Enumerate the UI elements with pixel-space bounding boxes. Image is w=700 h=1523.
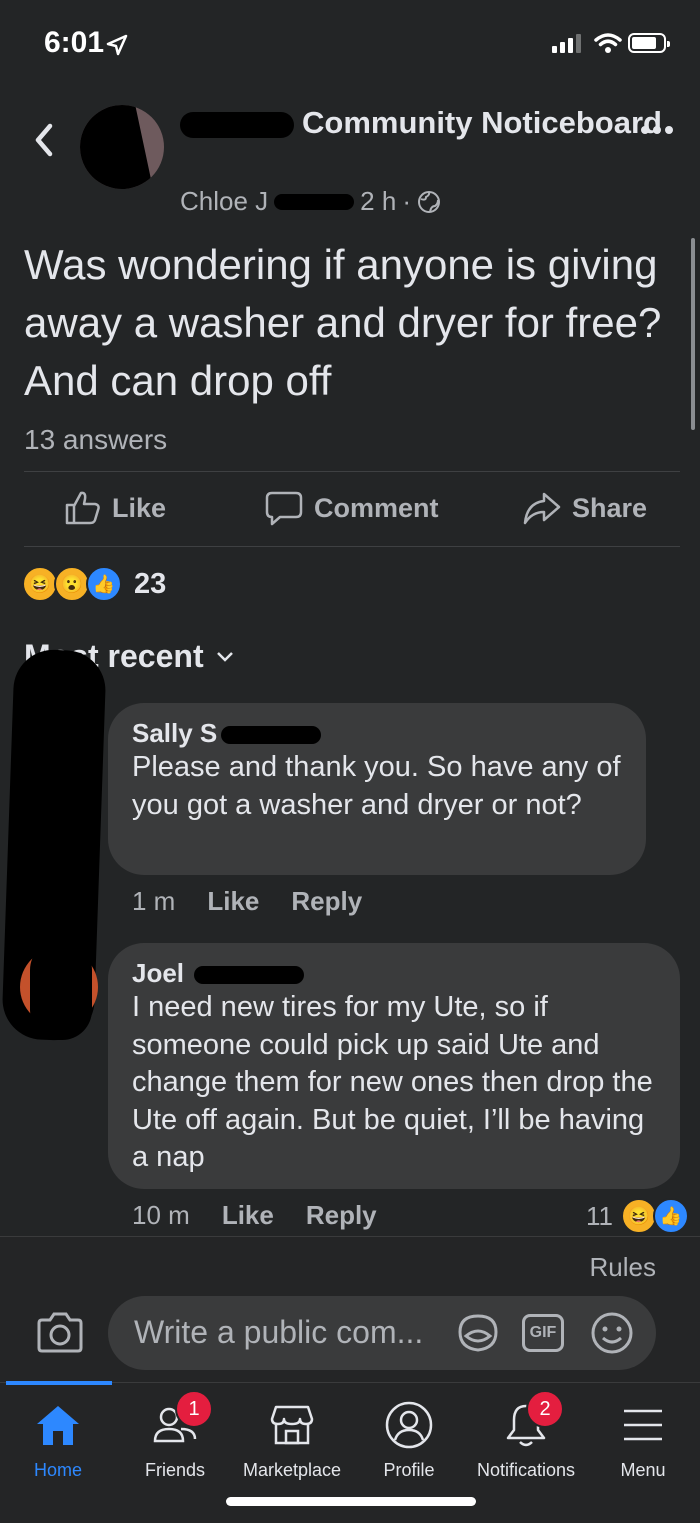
more-options-icon[interactable] <box>640 124 674 136</box>
comment-input-placeholder[interactable]: Write a public com... <box>134 1314 423 1351</box>
tab-label: Notifications <box>476 1460 576 1480</box>
comment-actions: 1 m Like Reply <box>132 886 362 917</box>
notification-badge: 2 <box>526 1390 564 1428</box>
gif-button[interactable]: GIF <box>522 1314 564 1352</box>
location-arrow-icon <box>106 34 128 56</box>
battery-icon <box>628 33 670 53</box>
comment-reactions[interactable]: 11 😆 👍 <box>586 1198 689 1234</box>
tab-label: Home <box>33 1460 82 1480</box>
menu-icon <box>624 1409 662 1441</box>
home-icon <box>37 1406 79 1445</box>
comment-text: Please and thank you. So have any of you… <box>132 751 621 821</box>
scrollbar[interactable] <box>691 238 695 430</box>
avatar-sticker-icon[interactable] <box>456 1312 500 1354</box>
profile-icon <box>385 1401 433 1449</box>
haha-reaction-icon: 😆 <box>22 566 58 602</box>
emoji-icon[interactable] <box>590 1311 634 1355</box>
comment-reaction-count: 11 <box>586 1200 613 1231</box>
reactions-summary[interactable]: 😆 😮 👍 23 <box>22 566 166 602</box>
tab-menu[interactable]: Menu <box>585 1398 700 1481</box>
tab-friends[interactable]: Friends 1 <box>117 1390 233 1481</box>
comment-author[interactable]: Joel <box>132 957 656 989</box>
tab-marketplace[interactable]: Marketplace <box>234 1398 350 1481</box>
comment-reply-button[interactable]: Reply <box>291 886 362 917</box>
reaction-count: 23 <box>134 567 167 600</box>
redaction-mark <box>30 940 92 1040</box>
tab-home[interactable]: Home <box>0 1398 116 1481</box>
status-time: 6:01 <box>44 26 105 59</box>
divider <box>24 546 680 547</box>
divider <box>24 471 680 472</box>
comment-reply-button[interactable]: Reply <box>306 1200 377 1231</box>
comment-actions: 10 m Like Reply <box>132 1200 377 1231</box>
wifi-icon <box>594 33 622 53</box>
marketplace-icon <box>270 1405 314 1445</box>
like-reaction-icon: 👍 <box>653 1198 689 1234</box>
comment-button[interactable]: Comment <box>264 490 439 526</box>
signal-icon <box>552 34 581 53</box>
share-button[interactable]: Share <box>522 490 647 526</box>
rules-link[interactable]: Rules <box>590 1252 656 1283</box>
comment-like-button[interactable]: Like <box>222 1200 274 1231</box>
tab-notifications[interactable]: Notifications 2 <box>468 1390 584 1481</box>
tab-label: Profile <box>383 1460 435 1480</box>
comment-bubble[interactable]: Sally S Please and thank you. So have an… <box>108 703 646 875</box>
tab-profile[interactable]: Profile <box>351 1398 467 1481</box>
comment-age: 10 m <box>132 1200 190 1230</box>
camera-icon[interactable] <box>36 1310 84 1354</box>
comment-bubble[interactable]: Joel I need new tires for my Ute, so if … <box>108 943 680 1189</box>
comment-age: 1 m <box>132 886 176 916</box>
answers-count[interactable]: 13 answers <box>24 424 167 456</box>
comment-like-button[interactable]: Like <box>207 886 259 917</box>
meta-separator: · <box>402 186 411 216</box>
post-age[interactable]: 2 h <box>360 186 396 217</box>
comment-text: I need new tires for my Ute, so if someo… <box>132 991 653 1173</box>
home-indicator[interactable] <box>226 1497 476 1506</box>
like-button[interactable]: Like <box>64 490 166 526</box>
like-reaction-icon: 👍 <box>86 566 122 602</box>
tab-label: Friends <box>144 1460 206 1480</box>
group-avatar[interactable] <box>80 105 164 189</box>
chevron-down-icon <box>216 651 233 662</box>
active-tab-indicator <box>6 1381 112 1385</box>
post-text: Was wondering if anyone is giving away a… <box>24 241 662 404</box>
haha-reaction-icon: 😆 <box>621 1198 657 1234</box>
share-icon <box>523 492 561 525</box>
tab-label: Marketplace <box>242 1460 342 1480</box>
comment-icon <box>265 491 303 526</box>
comment-author[interactable]: Sally S <box>132 717 622 749</box>
thumbs-up-icon <box>65 491 100 525</box>
globe-icon <box>417 190 440 213</box>
notification-badge: 1 <box>175 1390 213 1428</box>
author-name[interactable]: Chloe J <box>180 186 268 217</box>
post-meta: Chloe J 2 h · <box>180 186 441 217</box>
wow-reaction-icon: 😮 <box>54 566 90 602</box>
group-name[interactable]: Community Noticeboard <box>180 104 662 142</box>
tab-label: Menu <box>620 1460 666 1480</box>
back-icon[interactable] <box>30 120 58 160</box>
